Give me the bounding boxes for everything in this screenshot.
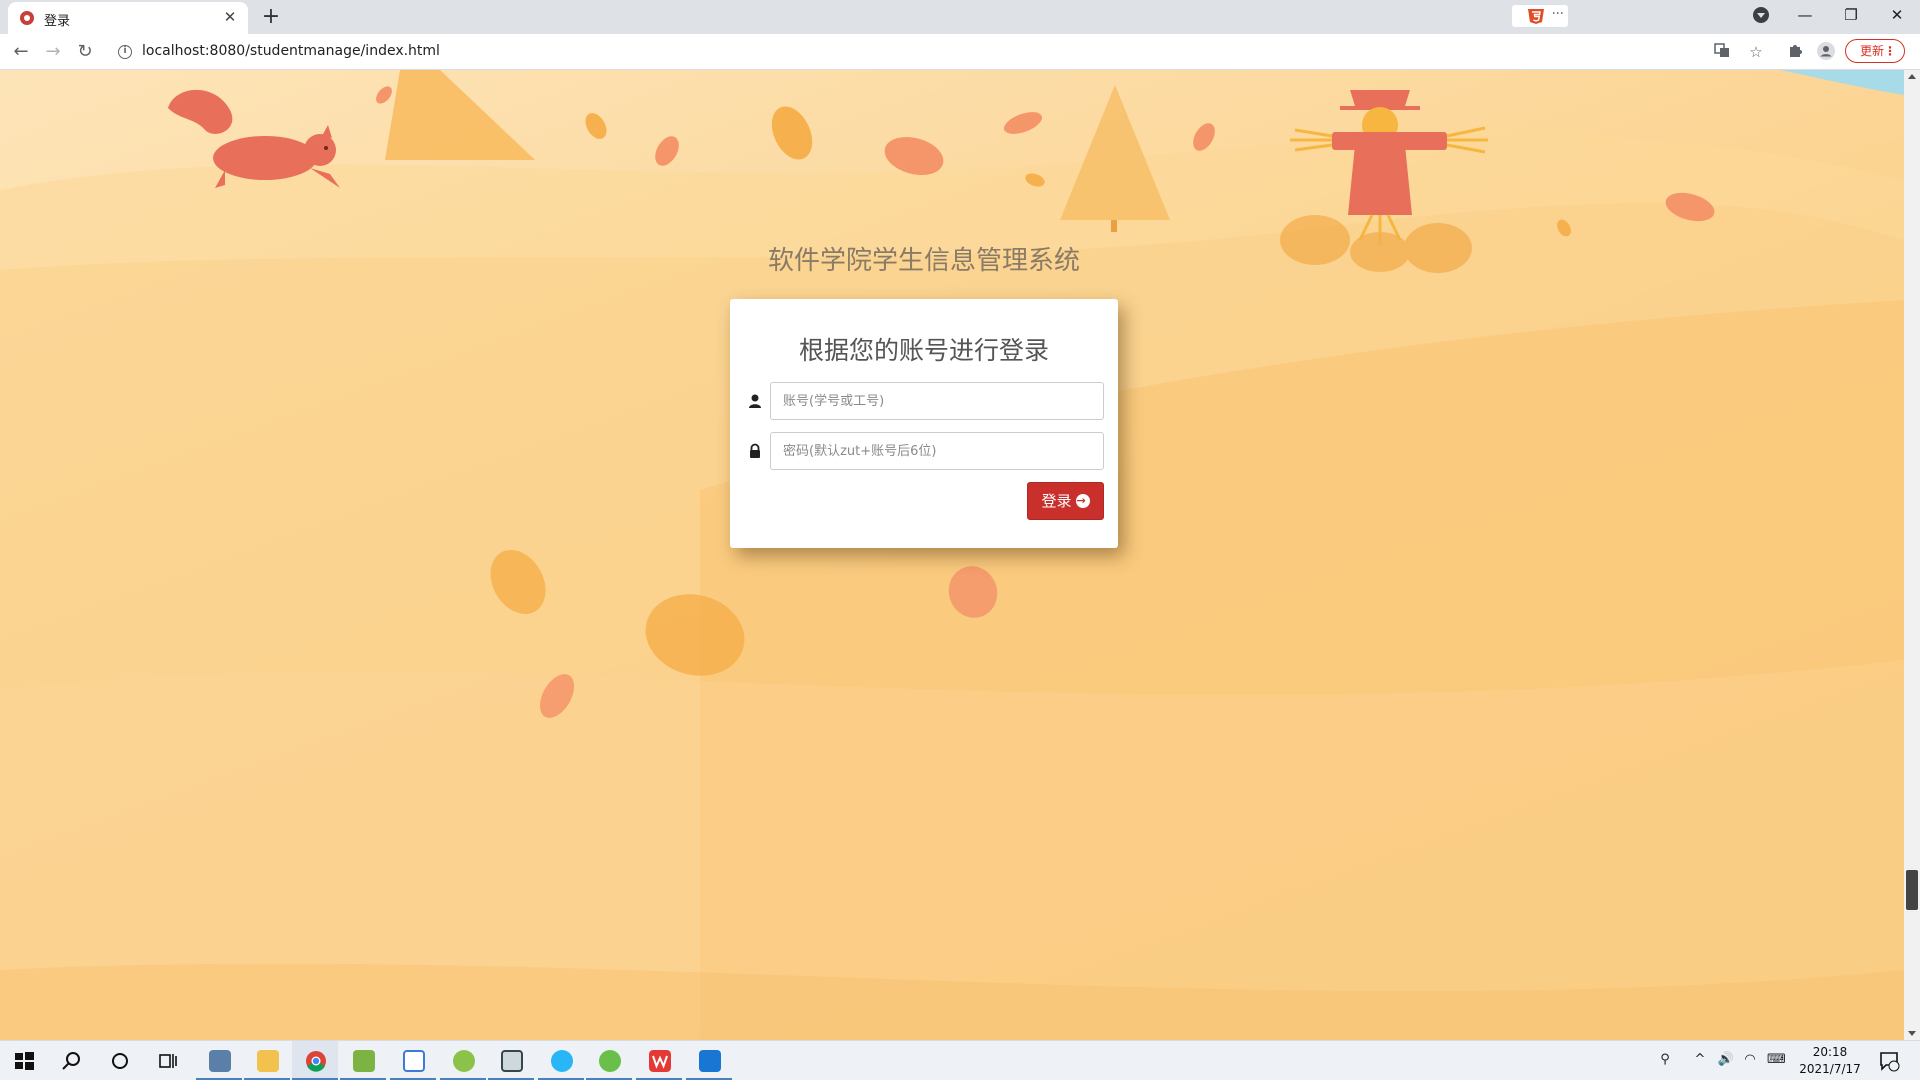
scroll-down-icon[interactable] <box>1908 1031 1916 1036</box>
people-icon[interactable]: ⚲ <box>1656 1051 1674 1069</box>
reload-icon[interactable]: ↻ <box>73 40 97 64</box>
login-button[interactable]: 登录 <box>1027 482 1104 520</box>
user-icon <box>749 394 761 408</box>
notification-center-icon[interactable] <box>1878 1050 1900 1072</box>
close-window-button[interactable]: ✕ <box>1874 0 1920 30</box>
tree-left <box>385 70 535 160</box>
login-card: 根据您的账号进行登录 登录 <box>730 299 1118 548</box>
password-row <box>748 432 1104 470</box>
start-button[interactable] <box>0 1041 46 1080</box>
cortana-icon[interactable] <box>96 1041 142 1080</box>
back-arrow-icon[interactable]: ← <box>9 40 33 64</box>
taskbar-app-7[interactable] <box>488 1041 534 1080</box>
scroll-up-icon[interactable] <box>1908 74 1916 79</box>
sky-corner <box>1780 70 1904 95</box>
browser-tab-active[interactable]: 登录 ✕ <box>8 2 248 34</box>
volume-icon[interactable]: 🔊 <box>1717 1051 1735 1069</box>
forward-arrow-icon[interactable]: → <box>41 40 65 64</box>
account-input[interactable] <box>770 382 1104 420</box>
login-heading: 根据您的账号进行登录 <box>798 336 1049 365</box>
autumn-background-illustration <box>0 70 1904 1040</box>
lock-icon <box>750 443 760 458</box>
extension-pinned[interactable]: ⋮ <box>1512 5 1568 27</box>
tray-expand-icon[interactable]: ^ <box>1691 1051 1709 1069</box>
update-label: 更新 <box>1860 44 1885 58</box>
file-explorer-icon[interactable] <box>244 1041 290 1080</box>
account-row <box>748 382 1104 420</box>
taskbar-app-1[interactable] <box>196 1041 242 1080</box>
wps-office-icon[interactable] <box>636 1041 682 1080</box>
network-icon[interactable]: ◠ <box>1741 1051 1759 1069</box>
taskbar-app-8[interactable] <box>538 1041 584 1080</box>
browser-toolbar: ← → ↻ i localhost:8080/studentmanage/ind… <box>0 34 1920 70</box>
arrow-right-circle-icon <box>1075 483 1090 519</box>
tab-search-icon[interactable] <box>1753 7 1769 23</box>
tree-middle <box>1060 85 1170 220</box>
address-bar[interactable]: i localhost:8080/studentmanage/index.htm… <box>108 38 1778 66</box>
url-text[interactable]: localhost:8080/studentmanage/index.html <box>142 43 440 59</box>
site-favicon-icon <box>20 11 34 25</box>
password-input[interactable] <box>770 432 1104 470</box>
page-viewport: 软件学院学生信息管理系统 根据您的账号进行登录 登录 <box>0 70 1904 1040</box>
extensions-puzzle-icon[interactable] <box>1785 42 1805 62</box>
minimize-button[interactable]: — <box>1782 0 1828 30</box>
browser-menu-icon: ⋮ <box>1884 44 1896 58</box>
page-scrollbar[interactable] <box>1904 70 1920 1040</box>
update-button[interactable]: 更新 ⋮ <box>1845 39 1905 63</box>
tree-middle-trunk <box>1111 220 1117 232</box>
restore-button[interactable]: ❐ <box>1828 0 1874 30</box>
browser-tabstrip: 登录 ✕ + ⋮ — ❐ ✕ <box>0 0 1920 34</box>
windows-taskbar: ⚲ ^ 🔊 ◠ ⌨ 20:18 2021/7/17 <box>0 1040 1920 1080</box>
tab-title: 登录 <box>44 14 71 29</box>
keyboard-icon[interactable]: ⌨ <box>1767 1051 1786 1069</box>
taskbar-app-5[interactable] <box>390 1041 436 1080</box>
login-button-label: 登录 <box>1041 492 1072 510</box>
chrome-icon[interactable] <box>292 1041 338 1080</box>
search-icon[interactable] <box>48 1041 94 1080</box>
clock-date: 2021/7/17 <box>1799 1062 1861 1076</box>
html5-extension-icon <box>1528 9 1544 24</box>
system-title: 软件学院学生信息管理系统 <box>767 246 1080 276</box>
task-view-icon[interactable] <box>144 1041 190 1080</box>
taskbar-app-6[interactable] <box>440 1041 486 1080</box>
notepad-app-icon[interactable] <box>340 1041 386 1080</box>
scrollbar-thumb[interactable] <box>1906 870 1918 910</box>
new-tab-button[interactable]: + <box>258 4 284 30</box>
site-info-icon[interactable]: i <box>118 45 132 59</box>
taskbar-app-9[interactable] <box>586 1041 632 1080</box>
profile-avatar-icon[interactable] <box>1816 42 1836 62</box>
tab-close-icon[interactable]: ✕ <box>220 7 240 27</box>
extension-menu-icon[interactable]: ⋮ <box>1551 7 1565 17</box>
bookmark-star-icon[interactable]: ☆ <box>1746 42 1766 62</box>
taskbar-app-11[interactable] <box>686 1041 732 1080</box>
clock-time: 20:18 <box>1812 1045 1848 1059</box>
taskbar-clock[interactable]: 20:18 2021/7/17 <box>1790 1044 1870 1078</box>
translate-icon[interactable] <box>1712 42 1732 62</box>
